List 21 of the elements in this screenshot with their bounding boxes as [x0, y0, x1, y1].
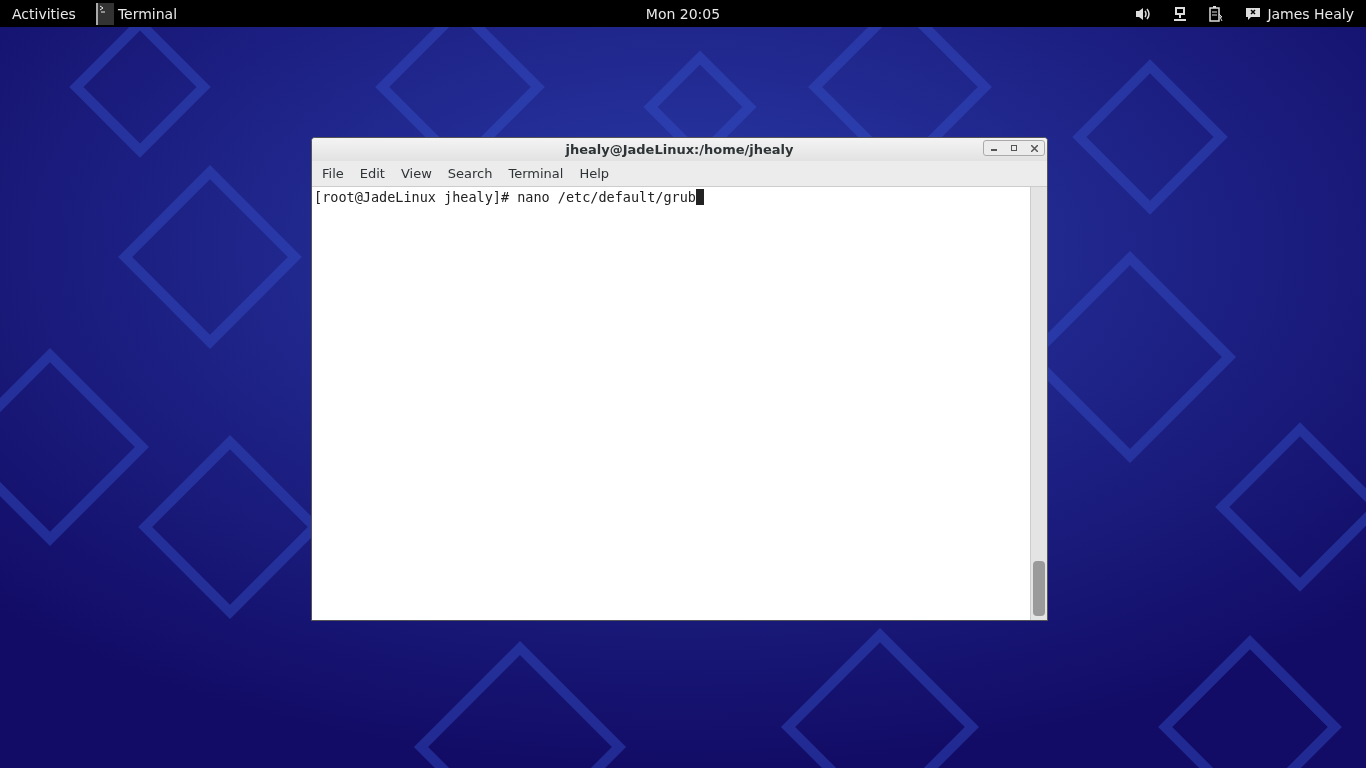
- menu-item[interactable]: View: [392, 166, 440, 181]
- terminal-icon: [95, 2, 114, 25]
- window-title: jhealy@JadeLinux:/home/jhealy: [565, 142, 794, 157]
- menu-item[interactable]: File: [314, 166, 352, 181]
- text-cursor: [696, 189, 704, 205]
- menu-item[interactable]: Help: [571, 166, 618, 181]
- network-icon[interactable]: [1173, 5, 1188, 22]
- chat-icon: [1245, 6, 1262, 21]
- volume-icon[interactable]: [1135, 6, 1152, 21]
- scrollbar[interactable]: [1030, 187, 1047, 620]
- user-menu[interactable]: James Healy: [1267, 5, 1354, 22]
- menu-item[interactable]: Edit: [351, 166, 393, 181]
- battery-icon[interactable]: [1209, 5, 1224, 22]
- terminal-line: [root@JadeLinux jhealy]# nano /etc/default/grub: [314, 189, 696, 205]
- app-menu[interactable]: Terminal: [117, 5, 178, 22]
- menu-item[interactable]: Search: [439, 166, 501, 181]
- clock[interactable]: Mon 20:05: [645, 5, 721, 22]
- close-icon: [1030, 144, 1038, 152]
- maximize-icon: [1011, 145, 1017, 151]
- activities-button[interactable]: Activities: [12, 5, 76, 22]
- menu-item[interactable]: Terminal: [500, 166, 572, 181]
